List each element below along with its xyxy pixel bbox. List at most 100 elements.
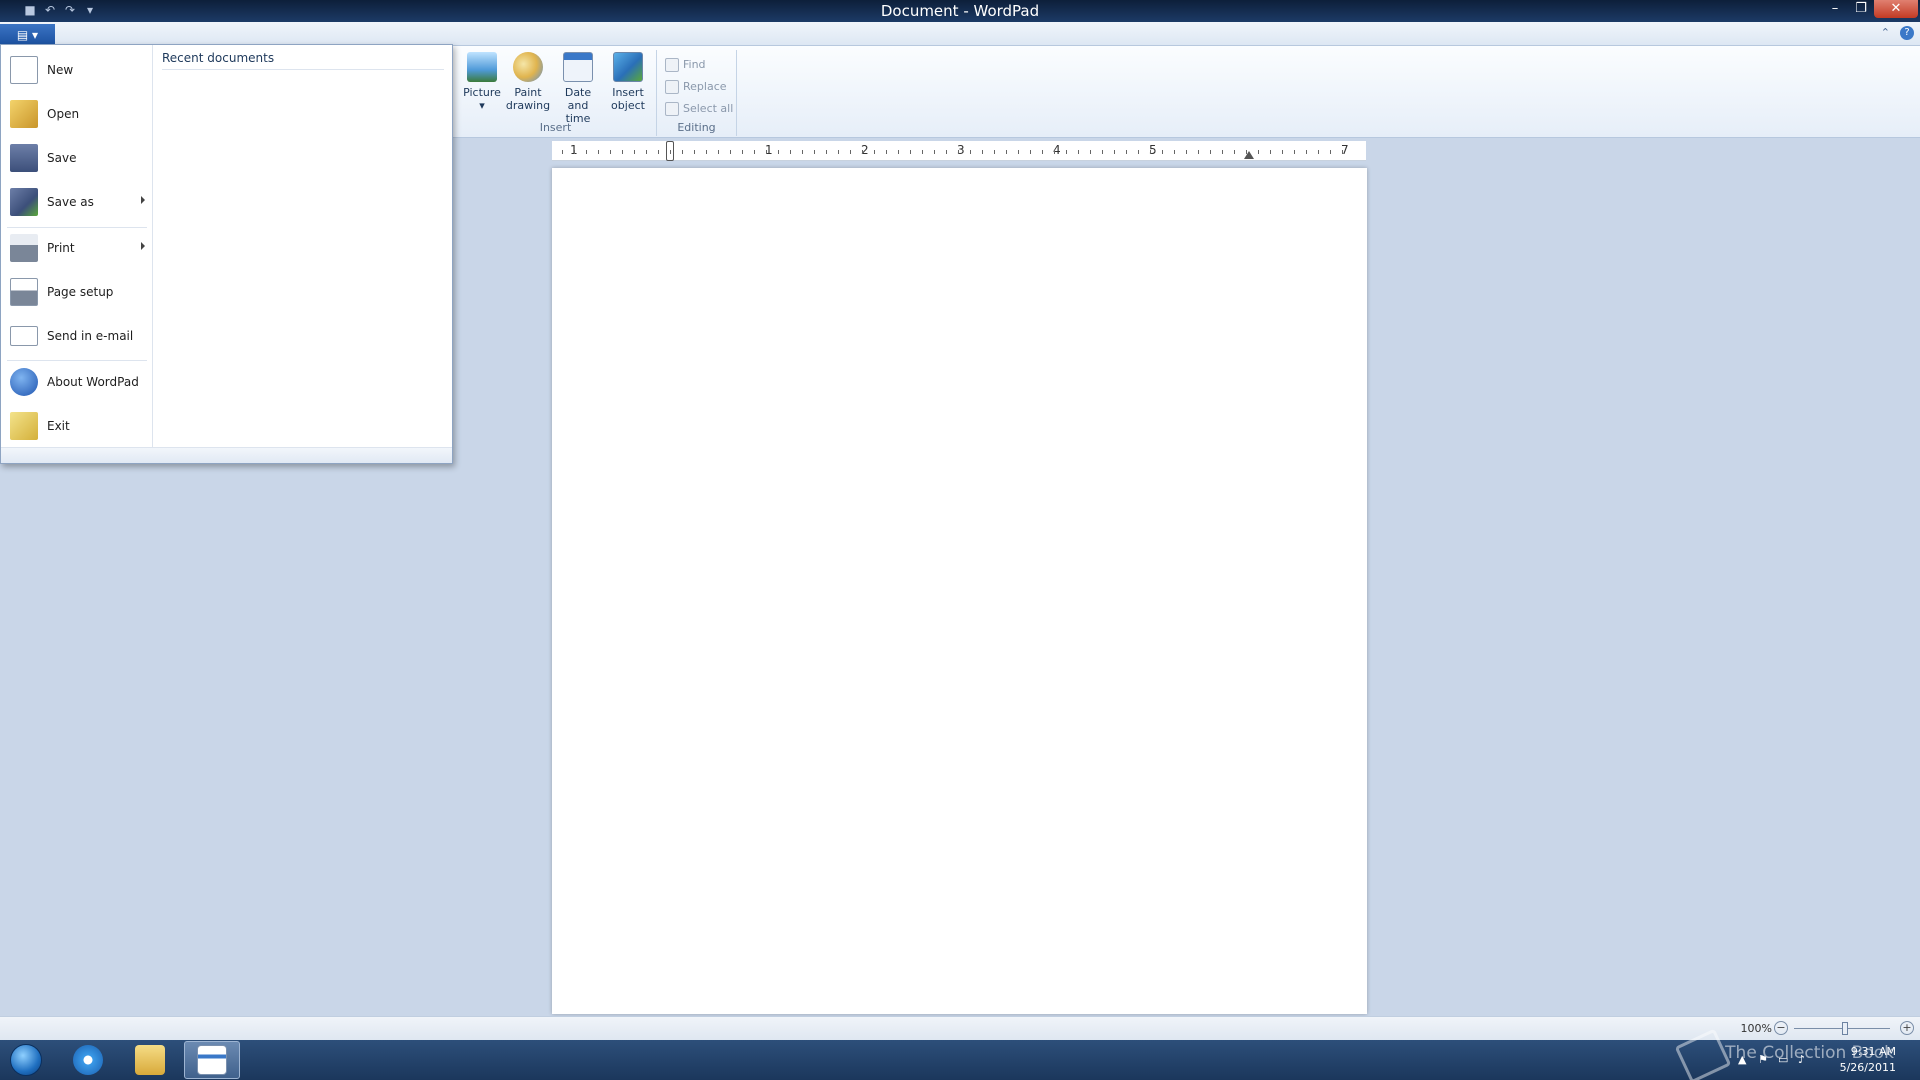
- ruler-tick: [958, 150, 959, 154]
- ruler-tick: [934, 150, 935, 154]
- select-all-label: Select all: [683, 102, 734, 115]
- calendar-icon: [563, 52, 593, 82]
- ruler-tick: [862, 150, 863, 154]
- menu-open-label: Open: [47, 107, 80, 121]
- ruler-tick: [898, 150, 899, 154]
- select-all-icon: [665, 102, 679, 116]
- window-title: Document - WordPad: [880, 2, 1040, 20]
- ruler-tick: [598, 150, 599, 154]
- ruler[interactable]: 1 1 2 3 4 5 7: [552, 141, 1366, 161]
- zoom-in-button[interactable]: +: [1900, 1021, 1914, 1035]
- ruler-tick: [946, 150, 947, 154]
- taskbar-wordpad[interactable]: [184, 1041, 240, 1079]
- folder-icon: [135, 1045, 165, 1075]
- menu-separator: [7, 360, 147, 361]
- paint-drawing-label: Paint: [514, 86, 542, 99]
- watermark-text: The Collection Book: [1725, 1043, 1894, 1063]
- editing-group: Find Replace Select all Editing: [657, 50, 737, 136]
- ruler-tick: [1054, 150, 1055, 154]
- date-and-time-button[interactable]: Date and time: [555, 52, 601, 125]
- ruler-tick: [1042, 150, 1043, 154]
- menu-new[interactable]: New: [1, 50, 153, 90]
- start-button[interactable]: [0, 1041, 52, 1079]
- recent-documents-panel: Recent documents: [154, 45, 452, 447]
- submenu-arrow-icon: [141, 196, 145, 204]
- ruler-tick: [982, 150, 983, 154]
- app-menu-button[interactable]: ▤ ▾: [0, 24, 55, 46]
- zoom-slider-thumb[interactable]: [1842, 1022, 1848, 1035]
- ruler-tick: [1114, 150, 1115, 154]
- ruler-tick: [1246, 150, 1247, 154]
- ruler-tick: [658, 150, 659, 154]
- menu-about[interactable]: About WordPad: [1, 362, 153, 402]
- menu-print[interactable]: Print: [1, 228, 153, 268]
- menu-about-label: About WordPad: [47, 375, 139, 389]
- ruler-tick: [802, 150, 803, 154]
- ruler-tick: [1090, 150, 1091, 154]
- insert-object-label-2: object: [611, 99, 645, 112]
- maximize-button[interactable]: ❐: [1848, 0, 1874, 18]
- insert-object-button[interactable]: Insert object: [605, 52, 651, 112]
- binoculars-icon: [665, 58, 679, 72]
- menu-exit-label: Exit: [47, 419, 70, 433]
- document-page[interactable]: [552, 168, 1367, 1014]
- wordpad-icon: [197, 1045, 227, 1075]
- menu-save-label: Save: [47, 151, 77, 165]
- status-bar: 100% − +: [0, 1016, 1920, 1040]
- zoom-out-button[interactable]: −: [1774, 1021, 1788, 1035]
- menu-open[interactable]: Open: [1, 94, 153, 134]
- printer-icon: [10, 234, 38, 262]
- ruler-tick: [574, 150, 575, 154]
- ruler-tick: [1330, 150, 1331, 154]
- insert-object-label: Insert: [612, 86, 644, 99]
- ruler-tick: [694, 150, 695, 154]
- close-button[interactable]: ✕: [1874, 0, 1918, 18]
- ruler-tick: [754, 150, 755, 154]
- menu-page-setup[interactable]: Page setup: [1, 272, 153, 312]
- ruler-tick: [1258, 150, 1259, 154]
- ruler-tick: [1066, 150, 1067, 154]
- find-button[interactable]: Find: [665, 56, 706, 74]
- ruler-tick: [970, 150, 971, 154]
- page-setup-icon: [10, 278, 38, 306]
- menu-new-label: New: [47, 63, 74, 77]
- ruler-tick: [1186, 150, 1187, 154]
- minimize-ribbon-icon[interactable]: ⌃: [1881, 26, 1890, 40]
- ruler-tick: [1210, 150, 1211, 154]
- replace-button[interactable]: Replace: [665, 78, 727, 96]
- ruler-tick: [766, 150, 767, 154]
- ruler-tick: [1174, 150, 1175, 154]
- windows-logo-icon: [10, 1044, 42, 1076]
- ruler-tick: [838, 150, 839, 154]
- menu-save[interactable]: Save: [1, 138, 153, 178]
- new-document-icon: [10, 56, 38, 84]
- menu-save-as[interactable]: Save as: [1, 182, 153, 222]
- ruler-tick: [922, 150, 923, 154]
- menu-exit[interactable]: Exit: [1, 406, 153, 446]
- ruler-tick: [562, 150, 563, 154]
- picture-dropdown-icon: ▾: [479, 99, 485, 112]
- menu-save-as-label: Save as: [47, 195, 94, 209]
- ruler-tick: [634, 150, 635, 154]
- app-menu-list: New Open Save Save as Print Page setup S…: [1, 45, 153, 447]
- app-menu: New Open Save Save as Print Page setup S…: [0, 44, 453, 464]
- minimize-button[interactable]: –: [1822, 0, 1848, 18]
- menu-send-email[interactable]: Send in e-mail: [1, 316, 153, 356]
- taskbar-internet-explorer[interactable]: [60, 1041, 116, 1079]
- save-as-icon: [10, 188, 38, 216]
- picture-button[interactable]: Picture ▾: [459, 52, 505, 112]
- taskbar-explorer[interactable]: [122, 1041, 178, 1079]
- ruler-tick: [1294, 150, 1295, 154]
- select-all-button[interactable]: Select all: [665, 100, 733, 118]
- ruler-tick: [850, 150, 851, 154]
- ruler-tick: [1018, 150, 1019, 154]
- paint-drawing-label-2: drawing: [505, 99, 551, 112]
- ruler-tick: [646, 150, 647, 154]
- picture-icon: [467, 52, 497, 82]
- ruler-tick: [670, 150, 671, 154]
- ruler-tick: [1150, 150, 1151, 154]
- paint-drawing-button[interactable]: Paint drawing: [505, 52, 551, 112]
- ruler-tick: [826, 150, 827, 154]
- help-icon[interactable]: ?: [1900, 26, 1914, 40]
- internet-explorer-icon: [73, 1045, 103, 1075]
